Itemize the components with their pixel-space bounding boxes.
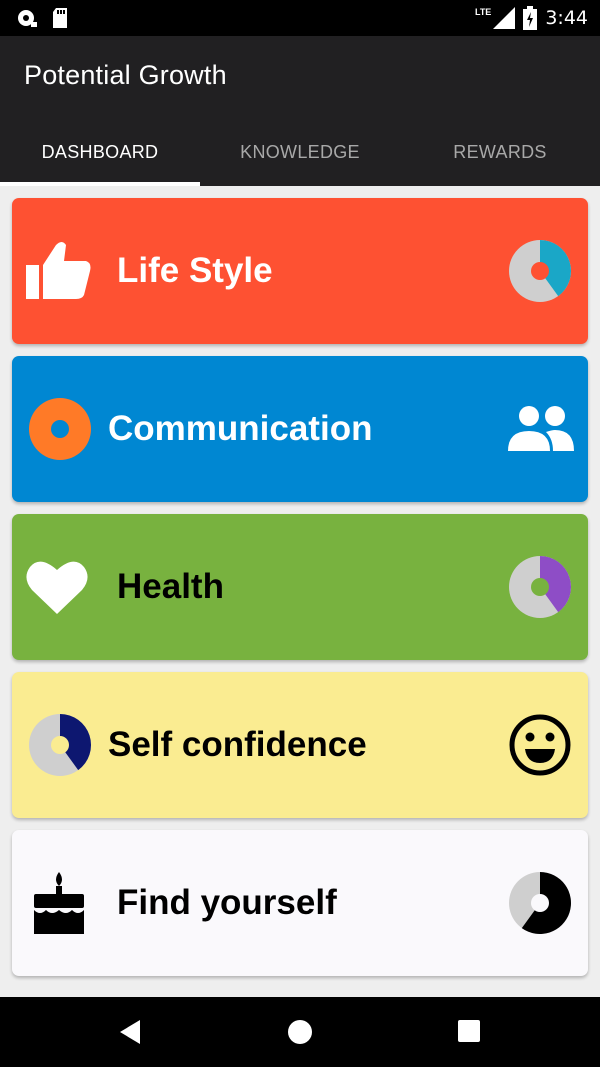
progress-ring-icon (509, 240, 572, 302)
status-bar: LTE 3:44 (0, 0, 600, 36)
sd-card-icon (53, 8, 67, 28)
tab-bar: DASHBOARD KNOWLEDGE REWARDS (0, 128, 600, 186)
card-label: Life Style (117, 251, 273, 290)
app-bar: Potential Growth DASHBOARD KNOWLEDGE REW… (0, 36, 600, 186)
progress-ring-icon (509, 872, 571, 934)
home-icon[interactable] (287, 1019, 313, 1045)
card-communication[interactable]: Communication (12, 356, 588, 502)
signal-icon (493, 7, 516, 29)
smiley-icon (509, 714, 571, 776)
tab-rewards[interactable]: REWARDS (400, 128, 600, 186)
card-self-confidence[interactable]: Self confidence (12, 672, 588, 818)
notification-icon (18, 10, 37, 27)
battery-icon (523, 6, 538, 30)
progress-ring-icon (29, 398, 91, 460)
progress-ring-icon (29, 714, 92, 776)
progress-ring-icon (509, 556, 572, 618)
cake-icon (34, 872, 84, 934)
card-label: Health (117, 567, 224, 606)
network-type: LTE (474, 7, 492, 17)
people-icon (508, 406, 574, 451)
card-label: Find yourself (117, 883, 337, 922)
recents-icon[interactable] (457, 1019, 481, 1043)
card-life-style[interactable]: Life Style (12, 198, 588, 344)
card-label: Self confidence (108, 725, 367, 764)
thumbs-up-icon (26, 242, 91, 299)
tab-dashboard[interactable]: DASHBOARD (0, 128, 200, 186)
dashboard-list: Life Style Communication Health Self con… (0, 186, 600, 997)
tab-knowledge[interactable]: KNOWLEDGE (200, 128, 400, 186)
card-label: Communication (108, 409, 373, 448)
system-nav-bar (0, 997, 600, 1067)
back-icon[interactable] (118, 1019, 144, 1045)
app-title: Potential Growth (24, 60, 227, 90)
card-find-yourself[interactable]: Find yourself (12, 830, 588, 976)
clock: 3:44 (545, 7, 588, 29)
card-health[interactable]: Health (12, 514, 588, 660)
heart-icon (26, 561, 88, 614)
